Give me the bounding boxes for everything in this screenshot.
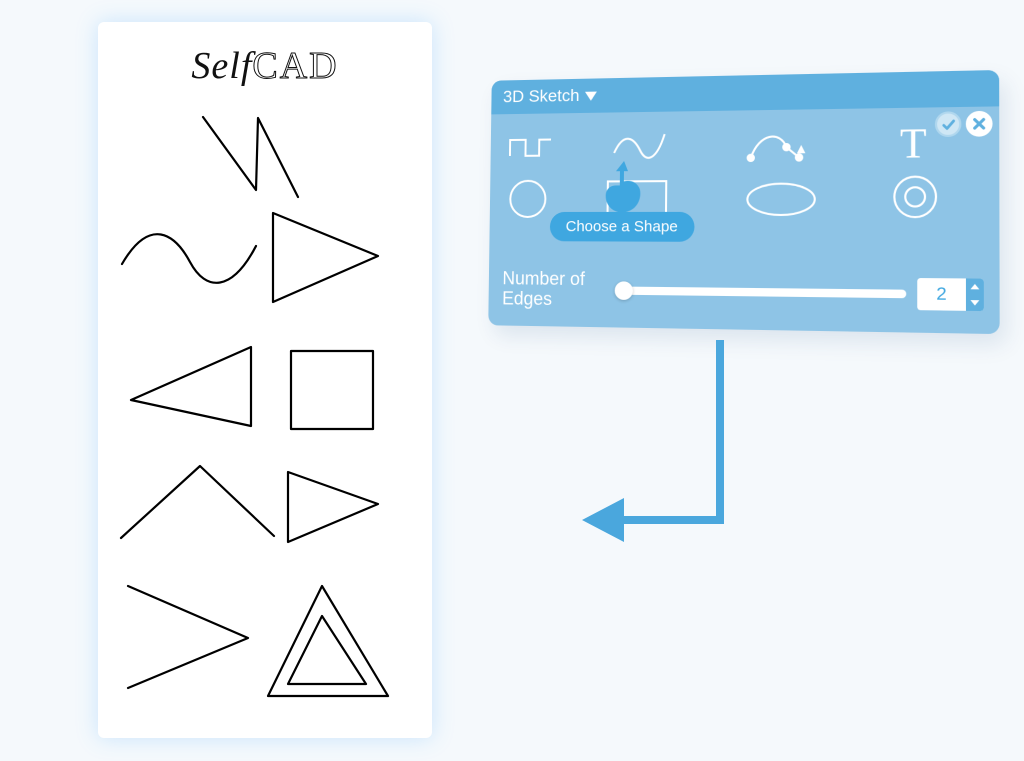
double-triangle-icon xyxy=(264,582,394,702)
brand-cad: CAD xyxy=(252,45,338,87)
hand-cursor-icon xyxy=(598,159,651,216)
brand-self: Self xyxy=(191,45,252,87)
stepper-arrows xyxy=(966,279,984,312)
caret-shape-icon xyxy=(118,462,278,542)
text-tool-icon[interactable]: T xyxy=(900,118,927,168)
edges-label: Number of Edges xyxy=(502,270,611,311)
panel-header[interactable]: 3D Sketch xyxy=(491,70,999,114)
stepper-down-button[interactable] xyxy=(966,295,984,311)
small-triangle-icon xyxy=(284,468,384,546)
edges-slider-row: Number of Edges xyxy=(502,270,984,317)
ring-tool-icon[interactable] xyxy=(891,173,939,220)
sine-shape-icon xyxy=(120,222,260,292)
edges-slider[interactable] xyxy=(621,287,907,299)
tooltip: Choose a Shape xyxy=(550,212,695,242)
step-line-tool-icon[interactable] xyxy=(508,133,553,160)
panel-title: 3D Sketch xyxy=(503,86,580,107)
flow-arrow-icon xyxy=(570,340,770,600)
sketch-panel: 3D Sketch xyxy=(488,70,999,334)
edges-input[interactable] xyxy=(917,278,966,311)
stepper-up-button[interactable] xyxy=(966,279,984,295)
tooltip-text: Choose a Shape xyxy=(566,218,678,236)
edges-stepper xyxy=(917,278,984,311)
shapes-card: SelfCAD xyxy=(98,22,432,738)
bezier-tool-icon[interactable] xyxy=(744,126,807,164)
dropdown-icon xyxy=(585,91,597,100)
triangle-right-icon xyxy=(268,208,388,308)
angle-shape-icon xyxy=(124,582,254,692)
triangle-left-icon xyxy=(126,342,256,432)
brand-logo: SelfCAD xyxy=(98,44,432,88)
sketch-panel-wrap: 3D Sketch xyxy=(490,80,1000,350)
zigzag-shape-icon xyxy=(198,112,308,202)
ellipse-tool-icon[interactable] xyxy=(744,180,818,218)
shapes-grid xyxy=(112,112,418,724)
slider-thumb-icon[interactable] xyxy=(615,282,633,301)
circle-tool-icon[interactable] xyxy=(507,178,548,220)
square-shape-icon xyxy=(288,348,376,432)
